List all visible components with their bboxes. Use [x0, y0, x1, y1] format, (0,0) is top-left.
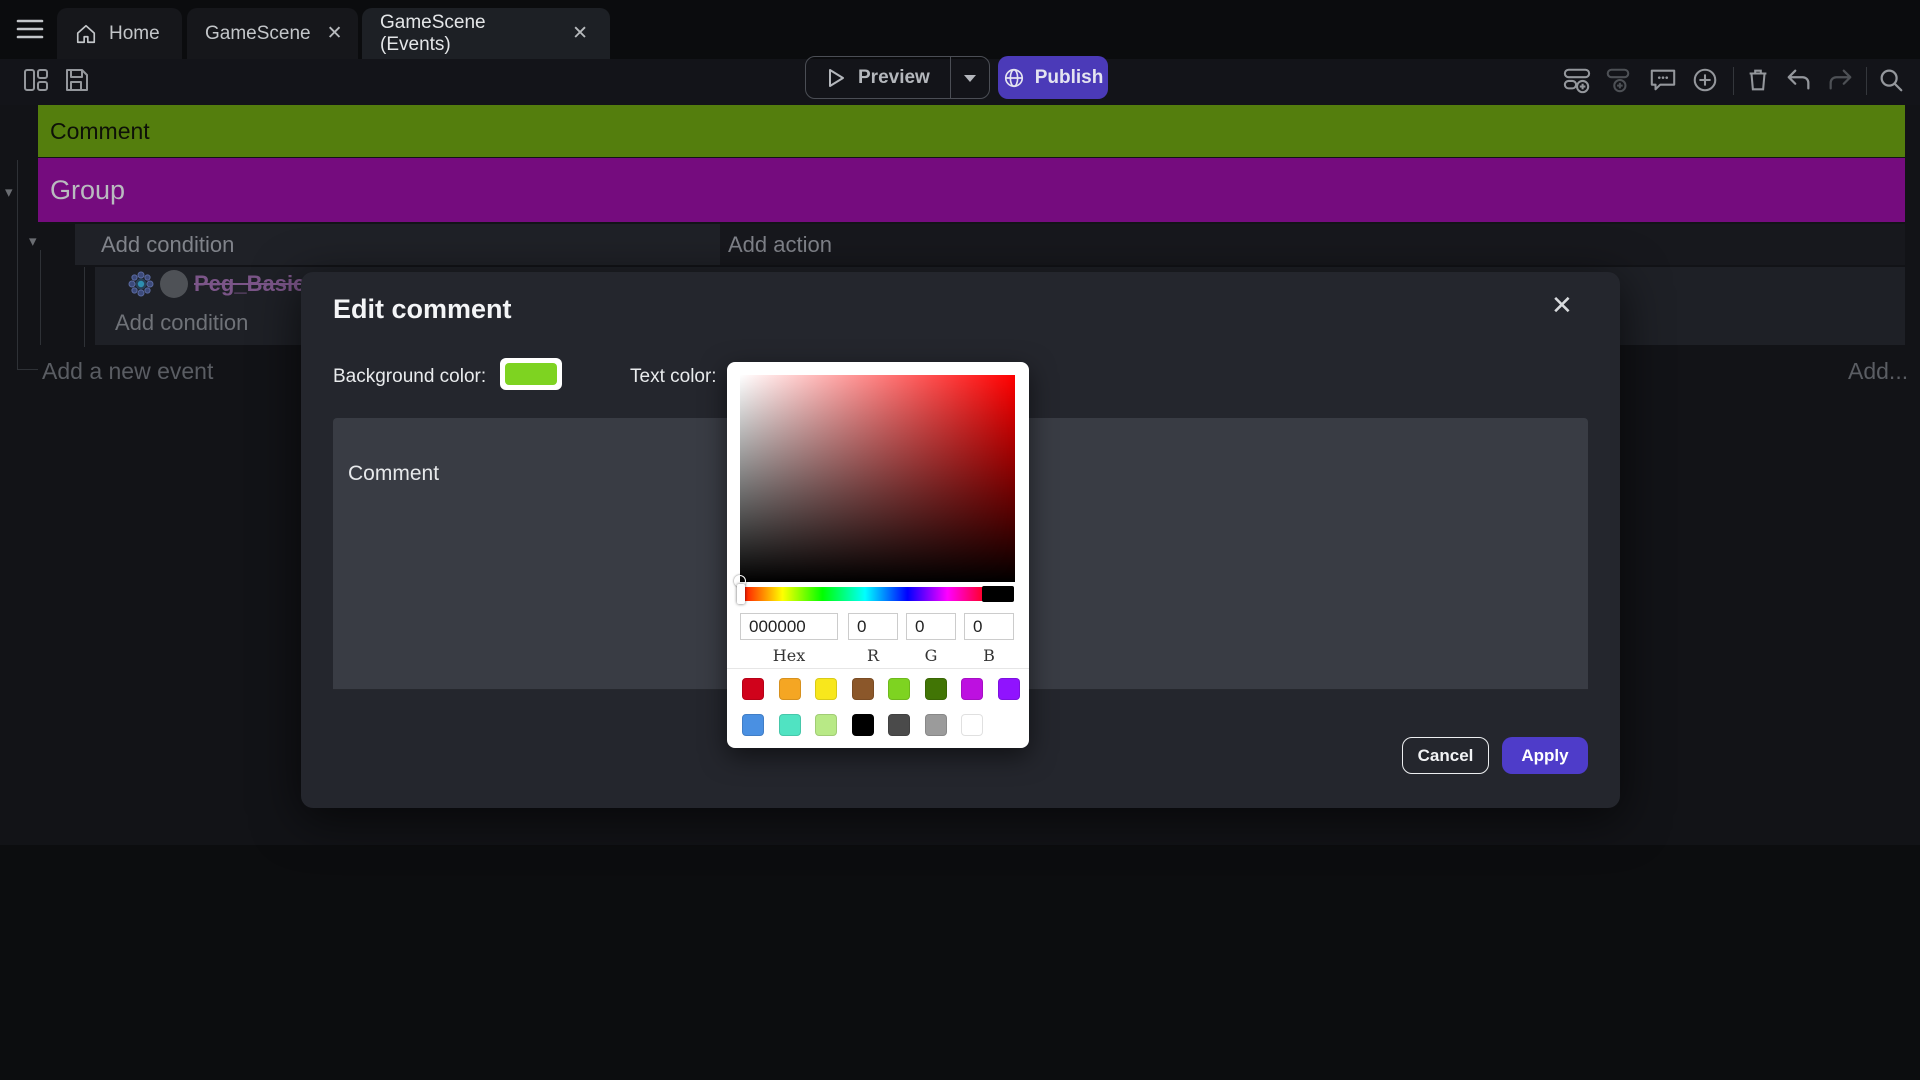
comment-row-text: Comment	[50, 118, 150, 145]
add-event-icon[interactable]	[1563, 66, 1591, 94]
save-icon[interactable]	[62, 66, 90, 94]
home-icon	[75, 23, 97, 45]
current-color-preview	[982, 586, 1014, 602]
add-action-link[interactable]: Add action	[720, 224, 1905, 265]
color-swatch[interactable]	[815, 714, 837, 736]
collapse-arrow-icon[interactable]: ▾	[5, 183, 13, 201]
tab-close-icon[interactable]: ✕	[323, 20, 347, 47]
add-action-truncated-link[interactable]: Add...	[1848, 358, 1908, 385]
redo-icon	[1826, 66, 1854, 94]
color-swatch[interactable]	[925, 714, 947, 736]
globe-icon	[1003, 67, 1025, 89]
background-color-picker-button[interactable]	[500, 358, 562, 390]
group-row-text: Group	[50, 175, 125, 206]
tab-home[interactable]: Home	[57, 8, 182, 59]
add-action-text: Add action	[728, 232, 832, 258]
apply-label: Apply	[1521, 746, 1568, 766]
add-comment-icon[interactable]	[1649, 66, 1677, 94]
delete-icon[interactable]	[1744, 66, 1772, 94]
picker-divider	[727, 668, 1029, 669]
hue-slider-handle[interactable]	[737, 584, 745, 604]
undo-icon[interactable]	[1785, 66, 1813, 94]
tab-gamescene[interactable]: GameScene ✕	[187, 8, 358, 59]
color-swatch[interactable]	[742, 714, 764, 736]
saturation-area[interactable]	[740, 375, 1015, 582]
toolbar-divider	[1733, 67, 1734, 95]
object-thumbnail	[160, 270, 188, 298]
hex-input-label: Hex	[740, 646, 838, 665]
tab-home-label: Home	[109, 23, 160, 45]
color-swatch[interactable]	[852, 714, 874, 736]
green-input-label: G	[906, 646, 956, 665]
toolbar: Preview Publish	[0, 59, 1920, 105]
color-swatch[interactable]	[852, 678, 874, 700]
publish-button[interactable]: Publish	[998, 56, 1108, 99]
text-color-label: Text color:	[630, 366, 717, 388]
hex-input[interactable]	[740, 613, 838, 640]
behavior-gear-icon	[128, 271, 154, 297]
add-condition-text: Add condition	[101, 232, 234, 258]
add-condition-text: Add condition	[115, 310, 248, 335]
tab-gamescene-events-label: GameScene (Events)	[380, 12, 556, 56]
blue-input[interactable]	[964, 613, 1014, 640]
background-color-swatch	[505, 363, 557, 385]
cancel-label: Cancel	[1418, 746, 1474, 766]
color-swatch[interactable]	[925, 678, 947, 700]
close-icon[interactable]: ✕	[1551, 292, 1573, 318]
tab-gamescene-events[interactable]: GameScene (Events) ✕	[362, 8, 610, 59]
play-icon	[826, 68, 846, 88]
color-swatch[interactable]	[998, 678, 1020, 700]
add-subevent-icon	[1604, 66, 1632, 94]
preview-dropdown-button[interactable]	[950, 57, 989, 98]
apply-button[interactable]: Apply	[1502, 737, 1588, 774]
blue-input-label: B	[964, 646, 1014, 665]
color-swatch[interactable]	[779, 678, 801, 700]
add-condition-link[interactable]: Add condition	[115, 310, 248, 336]
menu-icon[interactable]	[16, 17, 44, 41]
open-panel-icon[interactable]	[22, 66, 50, 94]
add-circle-icon[interactable]	[1691, 66, 1719, 94]
tree-line	[40, 250, 41, 345]
condition-row[interactable]: Peg_Basic-	[128, 270, 313, 298]
object-name-text: Peg_Basic-	[194, 271, 313, 297]
add-condition-link[interactable]: Add condition	[75, 224, 720, 265]
publish-label: Publish	[1035, 67, 1104, 89]
add-new-event-link[interactable]: Add a new event	[42, 358, 213, 385]
background-color-label: Background color:	[333, 366, 486, 388]
tree-line	[17, 369, 38, 370]
color-swatch[interactable]	[815, 678, 837, 700]
red-input[interactable]	[848, 613, 898, 640]
preview-button[interactable]: Preview	[805, 56, 990, 99]
event-group-row[interactable]: Group	[38, 158, 1905, 222]
color-swatch[interactable]	[742, 678, 764, 700]
tab-gamescene-label: GameScene	[205, 23, 311, 45]
hue-slider[interactable]	[740, 587, 990, 601]
color-swatch[interactable]	[961, 714, 983, 736]
color-swatch[interactable]	[888, 678, 910, 700]
color-swatch[interactable]	[888, 714, 910, 736]
cancel-button[interactable]: Cancel	[1402, 737, 1489, 774]
preset-swatches	[742, 678, 1029, 736]
tab-close-icon[interactable]: ✕	[568, 20, 592, 47]
preview-label: Preview	[858, 67, 930, 89]
color-swatch[interactable]	[779, 714, 801, 736]
tree-line	[17, 160, 18, 370]
chevron-down-icon	[963, 73, 977, 83]
collapse-arrow-icon[interactable]: ▾	[29, 232, 37, 250]
red-input-label: R	[848, 646, 898, 665]
tree-line	[84, 267, 85, 347]
color-swatch[interactable]	[961, 678, 983, 700]
search-icon[interactable]	[1877, 66, 1905, 94]
toolbar-divider	[1866, 67, 1867, 95]
comment-textarea-value: Comment	[348, 462, 439, 485]
dialog-title: Edit comment	[333, 294, 512, 325]
green-input[interactable]	[906, 613, 956, 640]
top-bar: Home GameScene ✕ GameScene (Events) ✕	[0, 0, 1920, 59]
color-picker-popup: Hex R G B	[727, 362, 1029, 748]
event-comment-row[interactable]: Comment	[38, 105, 1905, 157]
